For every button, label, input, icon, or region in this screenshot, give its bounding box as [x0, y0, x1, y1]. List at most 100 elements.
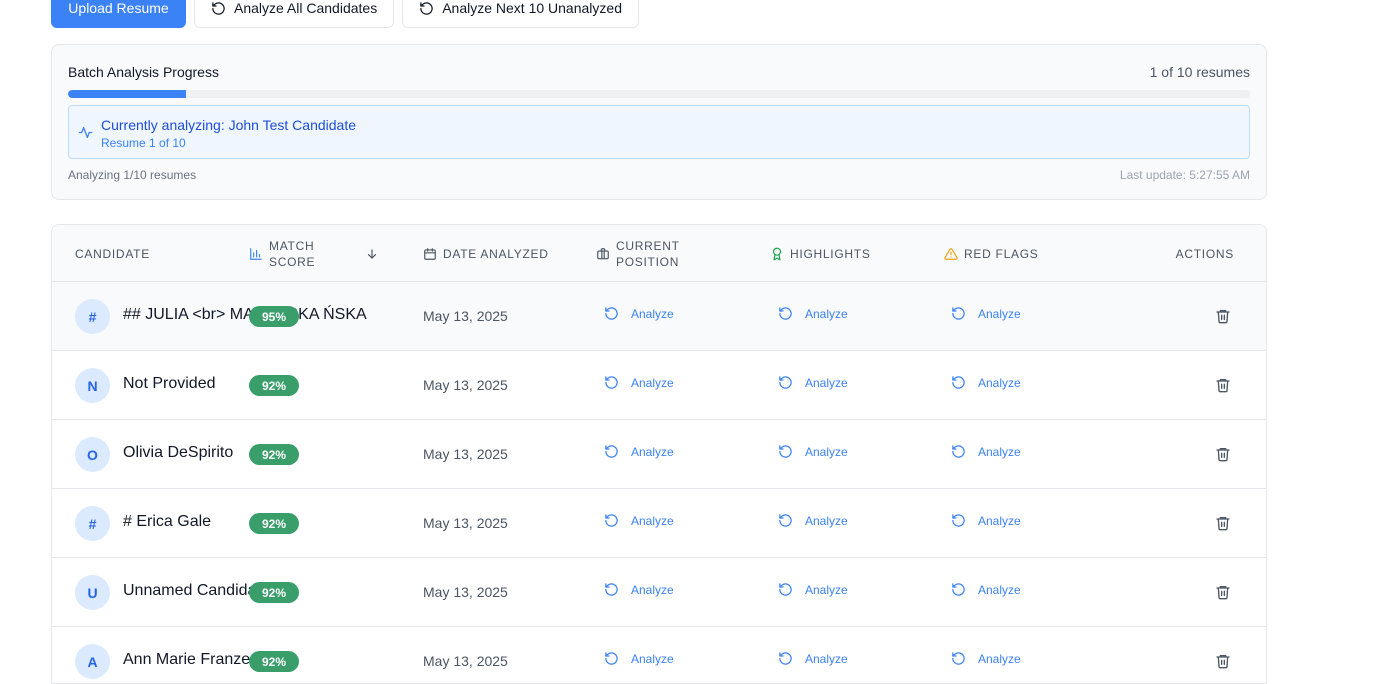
header-current-position: CURRENT POSITION	[596, 225, 686, 282]
refresh-icon	[212, 1, 225, 15]
refresh-icon	[952, 376, 965, 389]
header-actions: ACTIONS	[1176, 225, 1234, 282]
refresh-icon	[779, 514, 792, 527]
progress-bar	[68, 90, 1250, 98]
candidate-name[interactable]: ## JULIA <br> MAJEWSKA ŃSKA	[123, 306, 367, 324]
date-analyzed: May 13, 2025	[423, 308, 508, 324]
analyze-label: Analyze	[631, 651, 674, 666]
warning-icon	[944, 247, 958, 260]
analyze-position-button[interactable]: Analyze	[604, 513, 674, 528]
bar-chart-icon	[250, 247, 262, 260]
header-match-score-label: MATCH SCORE	[269, 238, 316, 269]
analyze-highlights-button[interactable]: Analyze	[778, 375, 848, 390]
analyze-all-button[interactable]: Analyze All Candidates	[194, 0, 395, 28]
analyze-highlights-button[interactable]: Analyze	[778, 651, 848, 666]
candidate-name[interactable]: Not Provided	[123, 375, 343, 393]
table-row[interactable]: U Unnamed Candidate92% May 13, 2025 Analyze…	[52, 558, 1266, 627]
current-analysis-label: Currently analyzing: John Test Candidate	[101, 117, 357, 133]
table-row[interactable]: N Not Provided 92% May 13, 2025 Analyze Analy…	[52, 351, 1266, 420]
analyze-label: Analyze	[805, 582, 848, 597]
header-candidate: CANDIDATE	[75, 225, 150, 282]
calendar-icon	[424, 247, 436, 260]
last-update-text: Last update: 5:27:55 AM	[1119, 168, 1250, 182]
analyze-position-button[interactable]: Analyze	[604, 651, 674, 666]
analyze-highlights-button[interactable]: Analyze	[778, 306, 848, 321]
trash-icon[interactable]	[1215, 515, 1231, 531]
header-date-label: DATE ANALYZED	[443, 246, 549, 261]
analyze-position-button[interactable]: Analyze	[604, 444, 674, 459]
table-row[interactable]: A Ann Marie Franzen 92% May 13, 2025 Analyze…	[52, 627, 1266, 683]
analyze-label: Analyze	[978, 582, 1021, 597]
analyze-label: Analyze	[805, 375, 848, 390]
match-score-badge: 92%	[249, 513, 299, 534]
arrow-down-icon	[367, 248, 377, 259]
table-row[interactable]: # # Erica Gale 92% May 13, 2025 Analyze Analy…	[52, 489, 1266, 558]
candidate-name[interactable]: Unnamed Candidate	[123, 582, 251, 600]
table-header: CANDIDATE MATCH SCORE DATE ANALYZED CURR…	[52, 225, 1266, 282]
analyze-label: Analyze	[978, 651, 1021, 666]
match-score-badge: 92%	[249, 651, 299, 672]
refresh-icon	[605, 583, 618, 596]
upload-resume-button[interactable]: Upload Resume	[51, 0, 186, 28]
award-icon	[772, 247, 782, 260]
analyze-red-flags-button[interactable]: Analyze	[951, 375, 1021, 390]
header-red-flags-label: RED FLAGS	[964, 246, 1039, 261]
analyze-highlights-button[interactable]: Analyze	[778, 513, 848, 528]
header-match-score[interactable]: MATCH SCORE	[249, 225, 379, 282]
analyze-position-button[interactable]: Analyze	[604, 582, 674, 597]
table-body: # ## JULIA <br> MAJEWSKA ŃSKA 95% May 13, 2…	[52, 282, 1266, 683]
trash-icon[interactable]	[1215, 584, 1231, 600]
header-date-analyzed: DATE ANALYZED	[423, 225, 549, 282]
match-score-badge: 92%	[249, 582, 299, 603]
refresh-icon	[779, 652, 792, 665]
current-analysis-box: Currently analyzing: John Test Candidate…	[68, 105, 1250, 159]
analyze-label: Analyze	[805, 306, 848, 321]
avatar: #	[75, 299, 110, 334]
match-score-badge: 92%	[249, 375, 299, 396]
trash-icon[interactable]	[1215, 377, 1231, 393]
header-red-flags: RED FLAGS	[944, 225, 1039, 282]
analyze-red-flags-button[interactable]: Analyze	[951, 306, 1021, 321]
activity-icon	[78, 126, 93, 139]
batch-status-text: Analyzing 1/10 resumes	[68, 168, 197, 182]
header-position-label: CURRENT POSITION	[616, 238, 680, 269]
analyze-red-flags-button[interactable]: Analyze	[951, 651, 1021, 666]
trash-icon[interactable]	[1215, 308, 1231, 324]
candidate-name[interactable]: Olivia DeSpirito	[123, 444, 343, 462]
analyze-red-flags-button[interactable]: Analyze	[951, 444, 1021, 459]
current-analysis-sub: Resume 1 of 10	[101, 136, 186, 150]
analyze-position-button[interactable]: Analyze	[604, 375, 674, 390]
candidate-name[interactable]: Ann Marie Franzen	[123, 651, 251, 669]
refresh-icon	[952, 652, 965, 665]
analyze-highlights-button[interactable]: Analyze	[778, 444, 848, 459]
analyze-next-button[interactable]: Analyze Next 10 Unanalyzed	[402, 0, 639, 28]
analyze-all-label: Analyze All Candidates	[234, 0, 378, 16]
date-analyzed: May 13, 2025	[423, 446, 508, 462]
analyze-position-button[interactable]: Analyze	[604, 306, 674, 321]
analyze-highlights-button[interactable]: Analyze	[778, 582, 848, 597]
refresh-icon	[605, 376, 618, 389]
date-analyzed: May 13, 2025	[423, 377, 508, 393]
analyze-label: Analyze	[631, 582, 674, 597]
date-analyzed: May 13, 2025	[423, 653, 508, 669]
refresh-icon	[605, 514, 618, 527]
analyze-label: Analyze	[631, 375, 674, 390]
candidate-name[interactable]: # Erica Gale	[123, 513, 343, 531]
avatar: N	[75, 368, 110, 403]
table-row[interactable]: # ## JULIA <br> MAJEWSKA ŃSKA 95% May 13, 2…	[52, 282, 1266, 351]
avatar: A	[75, 644, 110, 679]
analyze-red-flags-button[interactable]: Analyze	[951, 513, 1021, 528]
refresh-icon	[605, 652, 618, 665]
batch-progress-card: Batch Analysis Progress 1 of 10 resumes …	[51, 44, 1267, 200]
batch-title: Batch Analysis Progress	[68, 64, 219, 80]
trash-icon[interactable]	[1215, 446, 1231, 462]
refresh-icon	[605, 445, 618, 458]
refresh-icon	[779, 445, 792, 458]
analyze-label: Analyze	[978, 513, 1021, 528]
analyze-red-flags-button[interactable]: Analyze	[951, 582, 1021, 597]
match-score-badge: 95%	[249, 306, 299, 327]
trash-icon[interactable]	[1215, 653, 1231, 669]
analyze-label: Analyze	[805, 513, 848, 528]
date-analyzed: May 13, 2025	[423, 515, 508, 531]
table-row[interactable]: O Olivia DeSpirito 92% May 13, 2025 Analyze A…	[52, 420, 1266, 489]
